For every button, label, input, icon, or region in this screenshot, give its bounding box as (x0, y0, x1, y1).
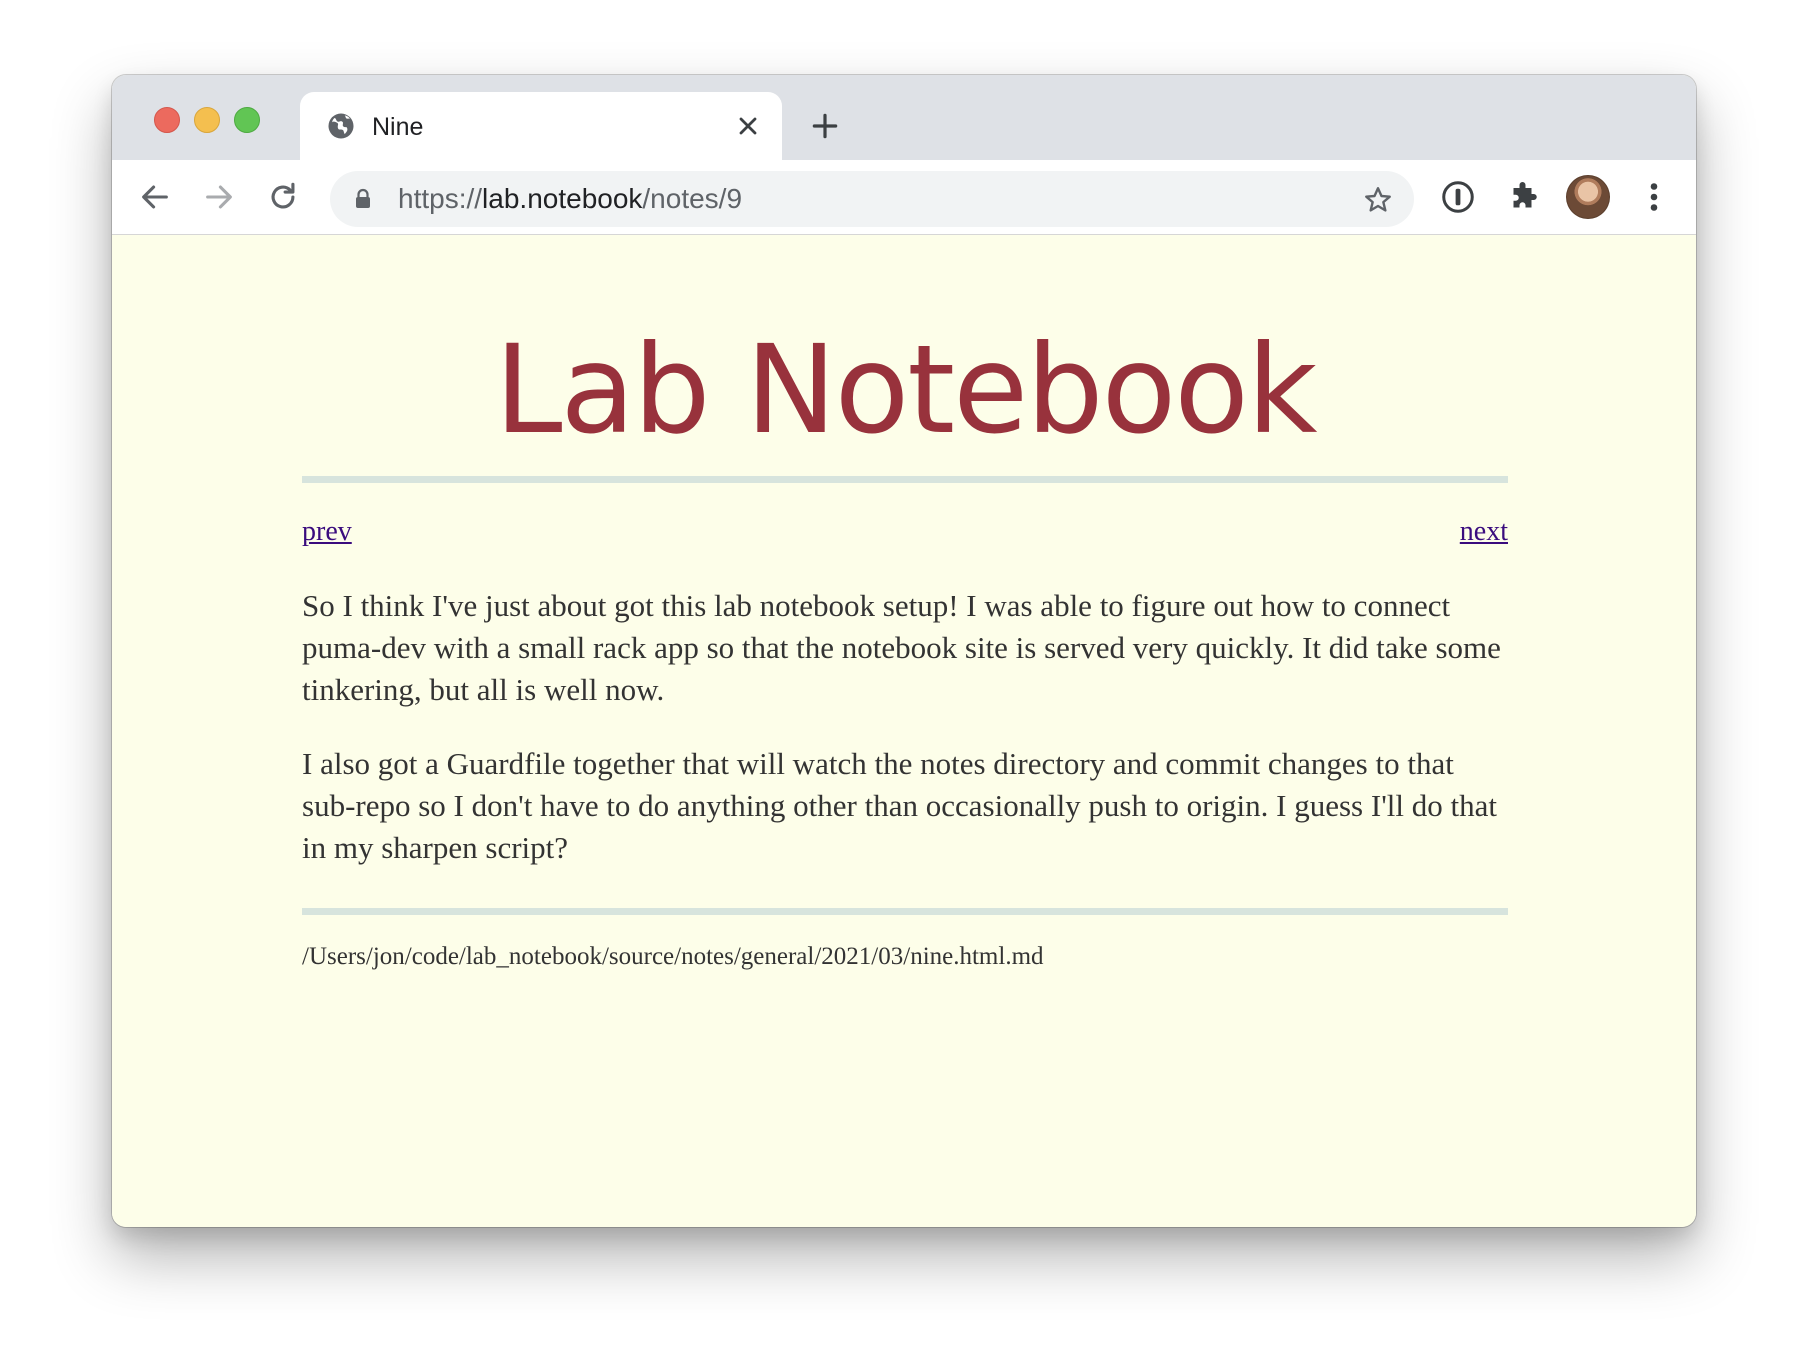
url-scheme: https:// (398, 183, 483, 214)
browser-window: Nine https://lab.notebook/notes/9 Lab No… (112, 75, 1696, 1227)
tab-strip: Nine (112, 75, 1696, 160)
password-icon[interactable] (1440, 179, 1476, 215)
close-icon[interactable] (734, 112, 762, 140)
next-link[interactable]: next (1460, 515, 1508, 549)
lock-icon[interactable] (354, 188, 372, 210)
address-bar[interactable]: https://lab.notebook/notes/9 (330, 171, 1414, 227)
close-window-button[interactable] (154, 107, 180, 133)
reload-icon[interactable] (266, 180, 300, 214)
browser-toolbar: https://lab.notebook/notes/9 (112, 160, 1696, 235)
tab-active[interactable]: Nine (300, 92, 782, 160)
url-path: /notes/9 (642, 183, 743, 214)
prev-link[interactable]: prev (302, 515, 352, 549)
site-title: Lab Notebook (494, 319, 1317, 461)
source-path: /Users/jon/code/lab_notebook/source/note… (302, 943, 1044, 970)
new-tab-icon[interactable] (809, 110, 841, 142)
page-viewport: Lab Notebook prev next So I think I've j… (112, 235, 1696, 1227)
note-body: So I think I've just about got this lab … (302, 585, 1508, 901)
url-text[interactable]: https://lab.notebook/notes/9 (398, 184, 742, 214)
paragraph: So I think I've just about got this lab … (302, 588, 1501, 707)
url-host: lab.notebook (482, 183, 643, 214)
avatar[interactable] (1566, 175, 1610, 219)
maximize-window-button[interactable] (234, 107, 260, 133)
tab-title: Nine (372, 113, 424, 141)
back-icon[interactable] (138, 180, 172, 214)
extensions-icon[interactable] (1506, 179, 1542, 215)
paragraph: I also got a Guardfile together that wil… (302, 746, 1497, 865)
header-divider (302, 476, 1508, 483)
forward-icon[interactable] (202, 180, 236, 214)
menu-icon[interactable] (1644, 179, 1664, 215)
globe-icon (328, 113, 354, 139)
star-icon[interactable] (1362, 184, 1394, 216)
minimize-window-button[interactable] (194, 107, 220, 133)
footer-divider (302, 908, 1508, 915)
